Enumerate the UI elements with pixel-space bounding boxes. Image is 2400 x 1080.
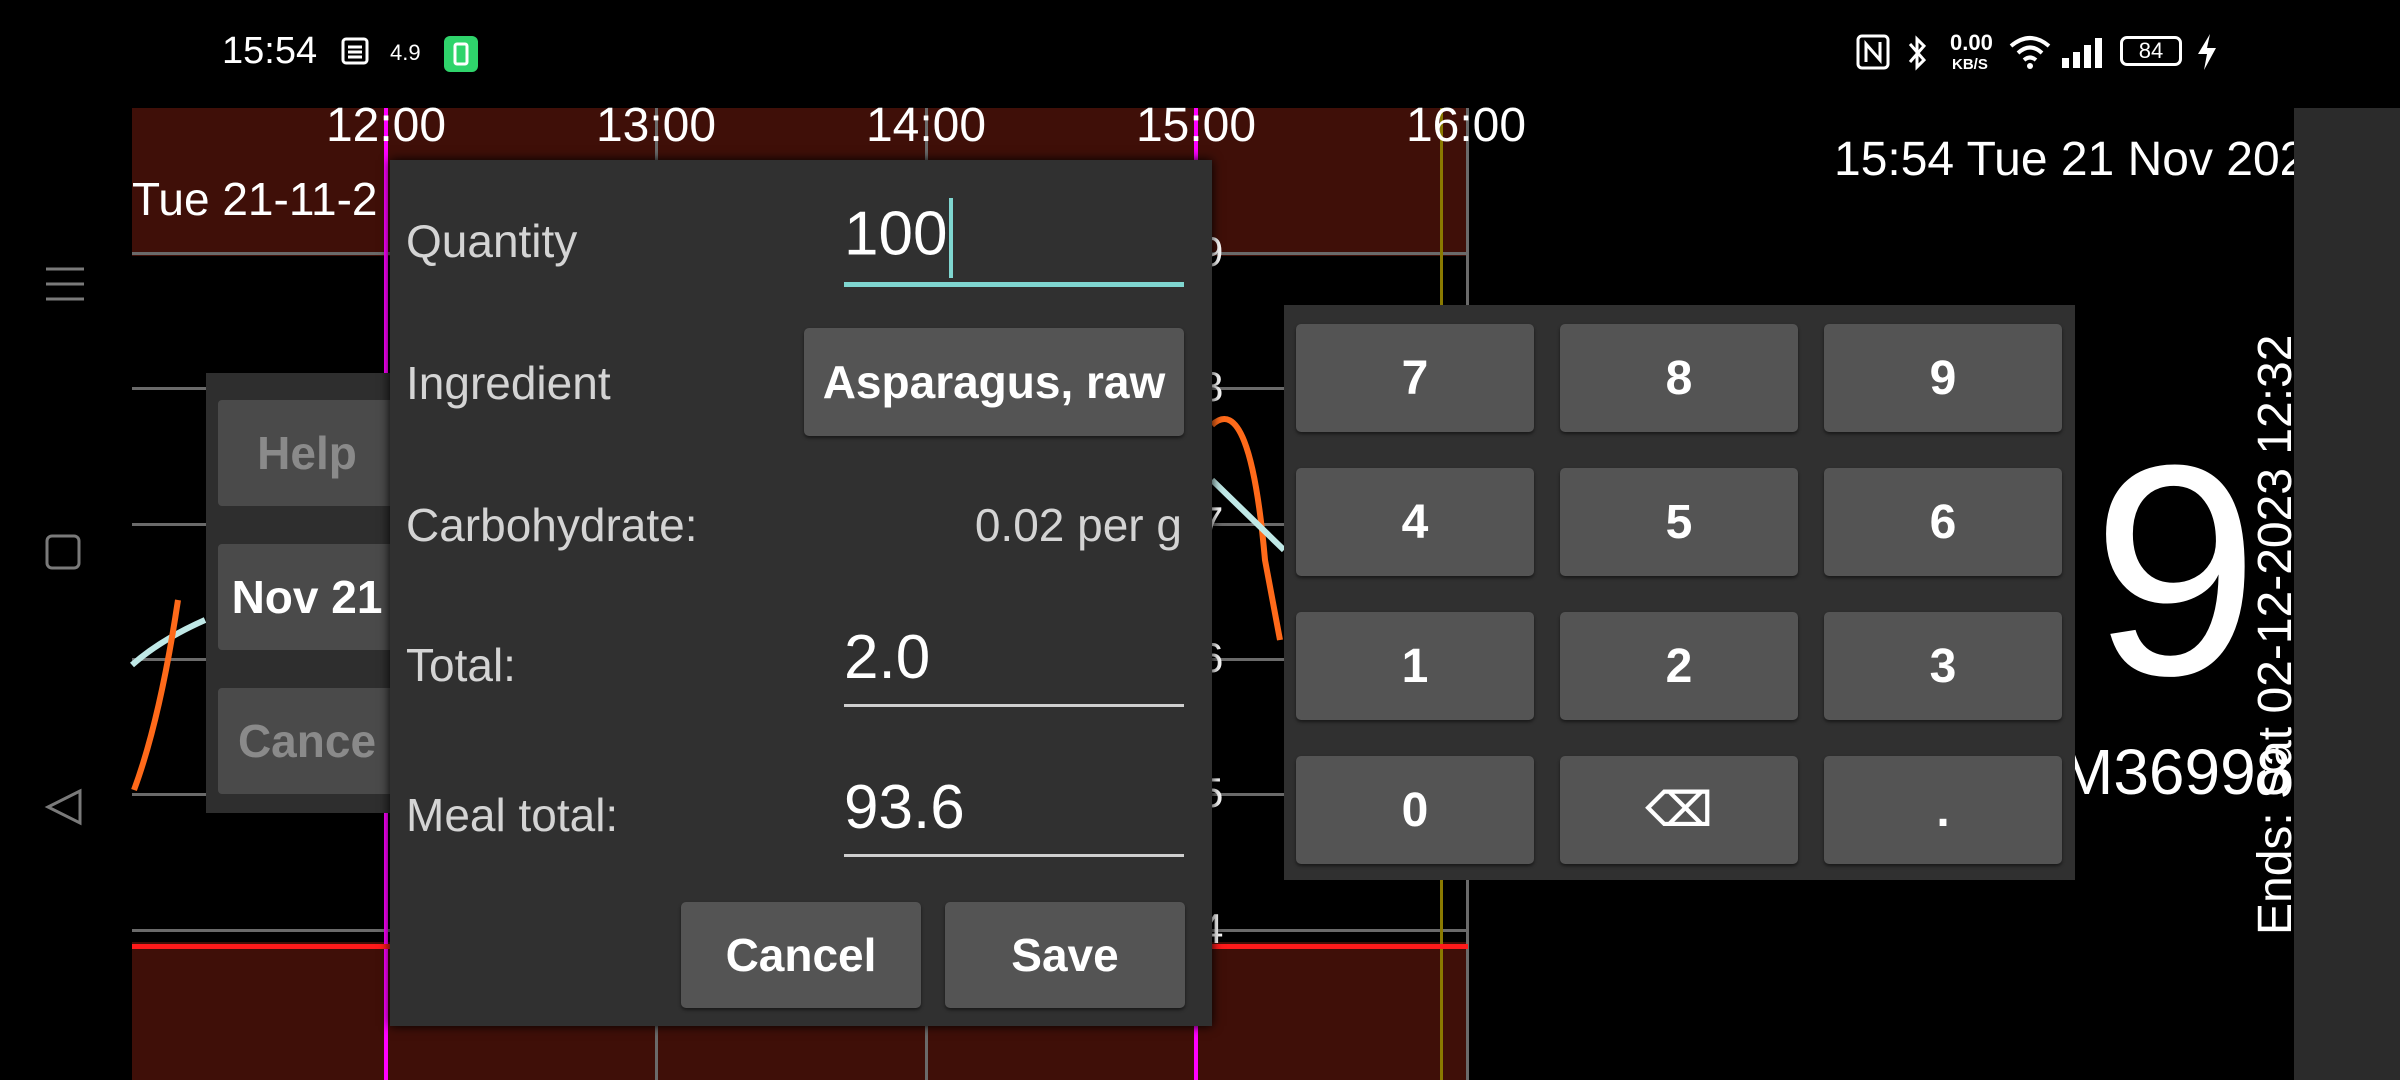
key-9[interactable]: 9 [1824,324,2062,432]
meal-total-field-underline [844,854,1184,857]
ingredient-dialog [390,160,1212,1026]
right-side-panel [2294,108,2400,1080]
quantity-input[interactable]: 100 [844,198,1184,278]
background-cancel-button[interactable]: Cance [218,688,396,794]
key-2[interactable]: 2 [1560,612,1798,720]
quantity-input-underline [844,282,1184,287]
quantity-value: 100 [844,199,948,269]
key-0[interactable]: 0 [1296,756,1534,864]
home-icon[interactable] [44,528,82,583]
current-glucose-value: 9 [2092,402,2259,738]
meal-total-field[interactable]: 93.6 [844,772,1184,843]
carbohydrate-value: 0.02 per g [974,499,1182,551]
total-label: Total: [406,639,516,691]
key-4[interactable]: 4 [1296,468,1534,576]
menu-icon[interactable] [44,262,86,317]
total-field[interactable]: 2.0 [844,622,1184,693]
backspace-key[interactable]: ⌫ [1560,756,1798,864]
header-datetime: 15:54 Tue 21 Nov 202 [1834,133,2294,186]
key-3[interactable]: 3 [1824,612,2062,720]
meal-total-label: Meal total: [406,789,619,841]
sensor-ends-label: Ends: Sat 02-12-2023 12:32 [2249,334,2302,935]
total-field-underline [844,704,1184,707]
carbohydrate-label: Carbohydrate: [406,499,698,551]
save-button[interactable]: Save [945,902,1185,1008]
key-6[interactable]: 6 [1824,468,2062,576]
help-button[interactable]: Help [218,400,396,506]
ingredient-select-button[interactable]: Asparagus, raw [804,328,1184,436]
quantity-label: Quantity [406,215,578,267]
key-5[interactable]: 5 [1560,468,1798,576]
date-button[interactable]: Nov 21 [218,544,396,650]
ingredient-label: Ingredient [406,357,611,409]
key-1[interactable]: 1 [1296,612,1534,720]
cancel-button[interactable]: Cancel [681,902,921,1008]
key-7[interactable]: 7 [1296,324,1534,432]
key-8[interactable]: 8 [1560,324,1798,432]
decimal-key[interactable]: . [1824,756,2062,864]
text-cursor [949,198,954,278]
back-icon[interactable] [44,784,84,839]
